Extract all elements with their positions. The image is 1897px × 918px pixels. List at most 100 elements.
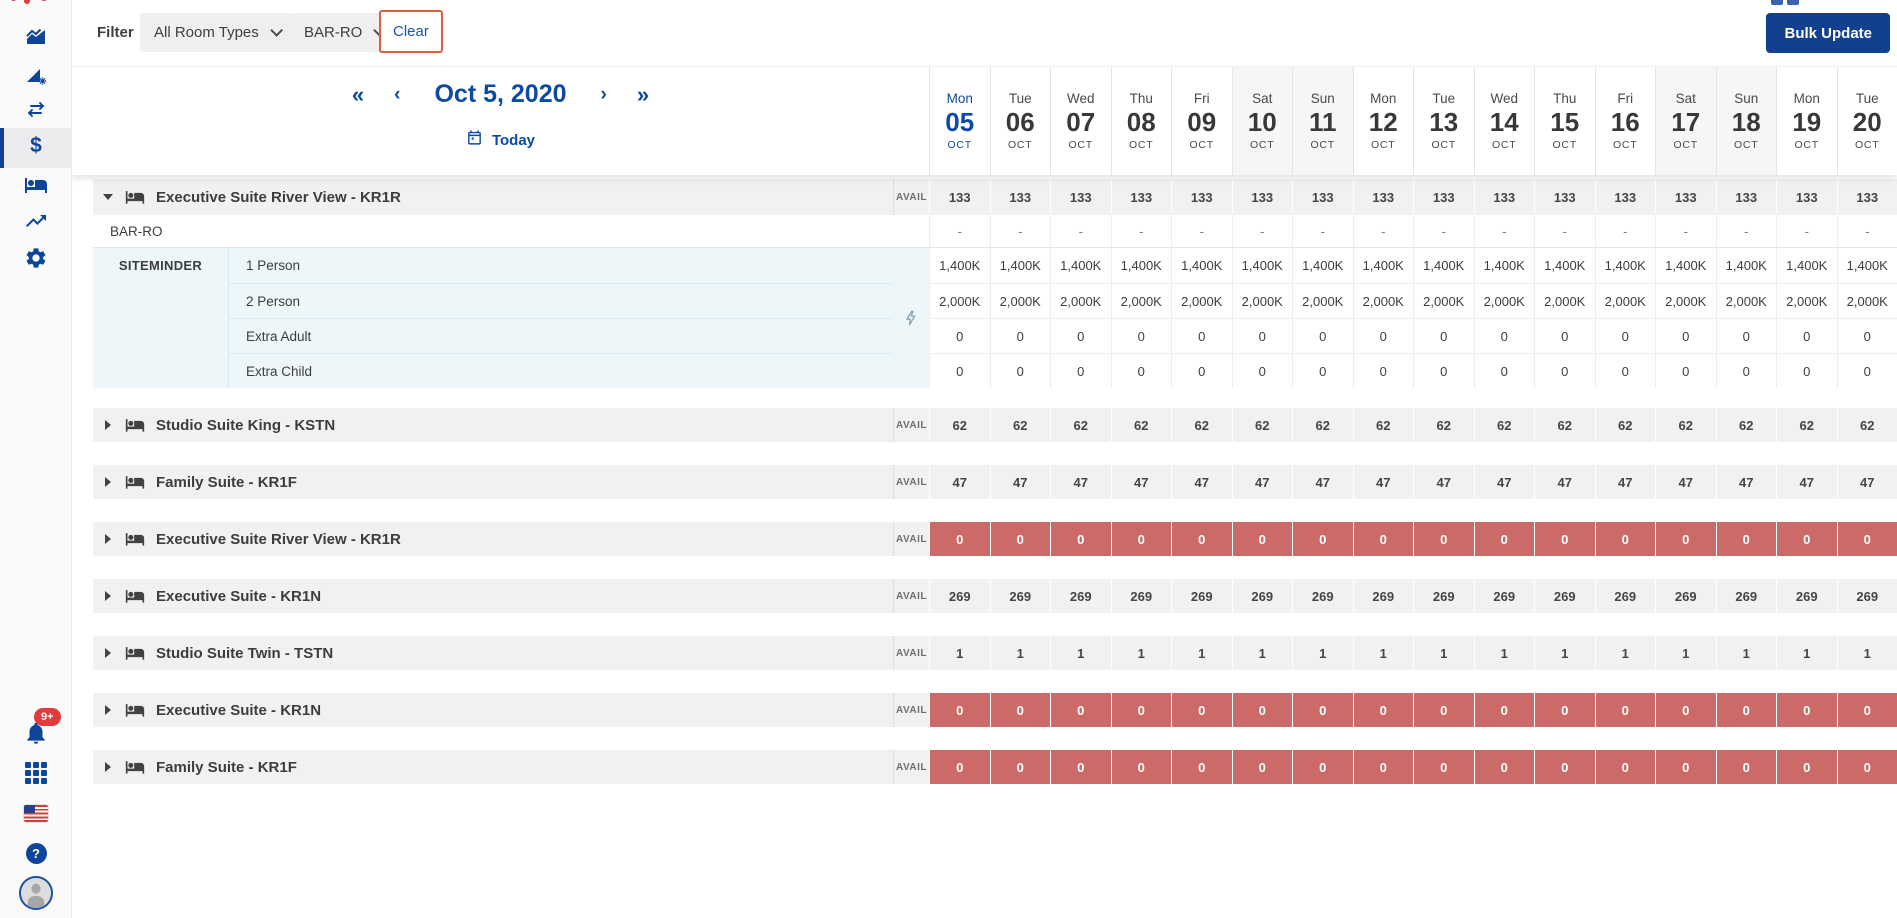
rate-cell[interactable]: 0 xyxy=(1292,353,1353,388)
sidebar-item-transfers[interactable] xyxy=(0,98,72,122)
availability-cell[interactable]: 47 xyxy=(1050,465,1111,499)
rate-cell[interactable]: 1,400K xyxy=(1595,248,1656,283)
availability-cell[interactable]: 0 xyxy=(1655,693,1716,727)
availability-cell[interactable]: 0 xyxy=(1413,693,1474,727)
rate-cell[interactable]: 1,400K xyxy=(1776,248,1837,283)
availability-cell[interactable]: 47 xyxy=(990,465,1051,499)
room-row[interactable]: Family Suite - KR1F AVAIL 47 47 47 47 47… xyxy=(93,465,1897,499)
today-button[interactable]: Today xyxy=(72,129,929,151)
availability-cell[interactable]: 133 xyxy=(1837,179,1897,215)
rate-cell[interactable]: 0 xyxy=(1595,318,1656,353)
availability-cell[interactable]: 47 xyxy=(1413,465,1474,499)
availability-cell[interactable]: 0 xyxy=(1655,522,1716,556)
rate-cell[interactable]: 2,000K xyxy=(1413,283,1474,318)
collapse-caret-icon[interactable] xyxy=(102,194,114,200)
availability-cell[interactable]: 133 xyxy=(1171,179,1232,215)
availability-cell[interactable]: 269 xyxy=(1292,579,1353,613)
rate-cell[interactable]: 2,000K xyxy=(1655,283,1716,318)
availability-cell[interactable]: 0 xyxy=(1655,750,1716,784)
rate-cell[interactable]: - xyxy=(1353,215,1414,247)
availability-cell[interactable]: 269 xyxy=(1776,579,1837,613)
availability-cell[interactable]: 62 xyxy=(1111,408,1172,442)
availability-cell[interactable]: 47 xyxy=(1292,465,1353,499)
availability-cell[interactable]: 62 xyxy=(1716,408,1777,442)
availability-cell[interactable]: 1 xyxy=(1413,636,1474,670)
availability-cell[interactable]: 269 xyxy=(1655,579,1716,613)
next-day-button[interactable]: › xyxy=(601,85,607,104)
availability-cell[interactable]: 1 xyxy=(1353,636,1414,670)
availability-cell[interactable]: 0 xyxy=(1050,750,1111,784)
rate-cell[interactable]: 1,400K xyxy=(1050,248,1111,283)
rate-cell[interactable]: 0 xyxy=(929,353,990,388)
rate-cell[interactable]: - xyxy=(1232,215,1293,247)
clear-filters-button[interactable]: Clear xyxy=(379,10,443,53)
availability-cell[interactable]: 1 xyxy=(929,636,990,670)
rate-cell[interactable]: - xyxy=(1171,215,1232,247)
availability-cell[interactable]: 269 xyxy=(1171,579,1232,613)
availability-cell[interactable]: 0 xyxy=(929,750,990,784)
availability-cell[interactable]: 0 xyxy=(1353,522,1414,556)
availability-cell[interactable]: 0 xyxy=(1292,522,1353,556)
rate-cell[interactable]: 2,000K xyxy=(1474,283,1535,318)
rate-cell[interactable]: 0 xyxy=(1534,318,1595,353)
availability-cell[interactable]: 133 xyxy=(1413,179,1474,215)
expand-caret-icon[interactable] xyxy=(102,591,114,601)
availability-cell[interactable]: 47 xyxy=(1837,465,1897,499)
availability-cell[interactable]: 47 xyxy=(1232,465,1293,499)
rate-cell[interactable]: 0 xyxy=(1655,353,1716,388)
availability-cell[interactable]: 0 xyxy=(1837,750,1897,784)
expand-caret-icon[interactable] xyxy=(102,477,114,487)
availability-cell[interactable]: 62 xyxy=(1353,408,1414,442)
rate-cell[interactable]: - xyxy=(929,215,990,247)
availability-cell[interactable]: 269 xyxy=(1474,579,1535,613)
availability-cell[interactable]: 47 xyxy=(1776,465,1837,499)
availability-cell[interactable]: 269 xyxy=(1595,579,1656,613)
availability-cell[interactable]: 0 xyxy=(1111,750,1172,784)
rate-cell[interactable]: - xyxy=(1837,215,1897,247)
rate-cell[interactable]: 0 xyxy=(1353,318,1414,353)
rate-cell[interactable]: 1,400K xyxy=(1353,248,1414,283)
rate-cell[interactable]: - xyxy=(1474,215,1535,247)
rate-cell[interactable]: 1,400K xyxy=(929,248,990,283)
rate-cell[interactable]: 2,000K xyxy=(1353,283,1414,318)
fast-backward-button[interactable]: « xyxy=(352,84,364,106)
rate-cell[interactable]: 0 xyxy=(1776,353,1837,388)
availability-cell[interactable]: 0 xyxy=(1534,750,1595,784)
expand-caret-icon[interactable] xyxy=(102,420,114,430)
rate-cell[interactable]: 0 xyxy=(990,318,1051,353)
rate-cell[interactable]: 0 xyxy=(1837,353,1897,388)
availability-cell[interactable]: 269 xyxy=(1232,579,1293,613)
rate-cell[interactable]: 0 xyxy=(1474,318,1535,353)
availability-cell[interactable]: 47 xyxy=(1716,465,1777,499)
availability-cell[interactable]: 1 xyxy=(1292,636,1353,670)
room-row[interactable]: Executive Suite River View - KR1R AVAIL … xyxy=(93,179,1897,215)
availability-cell[interactable]: 62 xyxy=(1534,408,1595,442)
availability-cell[interactable]: 133 xyxy=(1534,179,1595,215)
availability-cell[interactable]: 0 xyxy=(1232,750,1293,784)
room-type-filter-dropdown[interactable]: All Room Types xyxy=(140,13,293,52)
availability-cell[interactable]: 0 xyxy=(1353,693,1414,727)
rate-cell[interactable]: 2,000K xyxy=(1232,283,1293,318)
availability-cell[interactable]: 269 xyxy=(1837,579,1897,613)
availability-cell[interactable]: 0 xyxy=(1534,693,1595,727)
availability-cell[interactable]: 0 xyxy=(990,693,1051,727)
rate-cell[interactable]: 1,400K xyxy=(1111,248,1172,283)
availability-cell[interactable]: 62 xyxy=(990,408,1051,442)
availability-cell[interactable]: 0 xyxy=(1292,693,1353,727)
availability-cell[interactable]: 133 xyxy=(1292,179,1353,215)
availability-cell[interactable]: 1 xyxy=(1232,636,1293,670)
availability-cell[interactable]: 47 xyxy=(1534,465,1595,499)
availability-cell[interactable]: 62 xyxy=(1837,408,1897,442)
availability-cell[interactable]: 269 xyxy=(1413,579,1474,613)
availability-cell[interactable]: 269 xyxy=(1353,579,1414,613)
availability-cell[interactable]: 0 xyxy=(1111,693,1172,727)
availability-cell[interactable]: 0 xyxy=(1595,522,1656,556)
availability-cell[interactable]: 269 xyxy=(1716,579,1777,613)
rate-cell[interactable]: 1,400K xyxy=(1171,248,1232,283)
rate-cell[interactable]: 0 xyxy=(1292,318,1353,353)
rate-cell[interactable]: - xyxy=(1595,215,1656,247)
rate-cell[interactable]: 1,400K xyxy=(1292,248,1353,283)
availability-cell[interactable]: 62 xyxy=(1050,408,1111,442)
rate-cell[interactable]: 2,000K xyxy=(1292,283,1353,318)
rate-cell[interactable]: 1,400K xyxy=(1534,248,1595,283)
